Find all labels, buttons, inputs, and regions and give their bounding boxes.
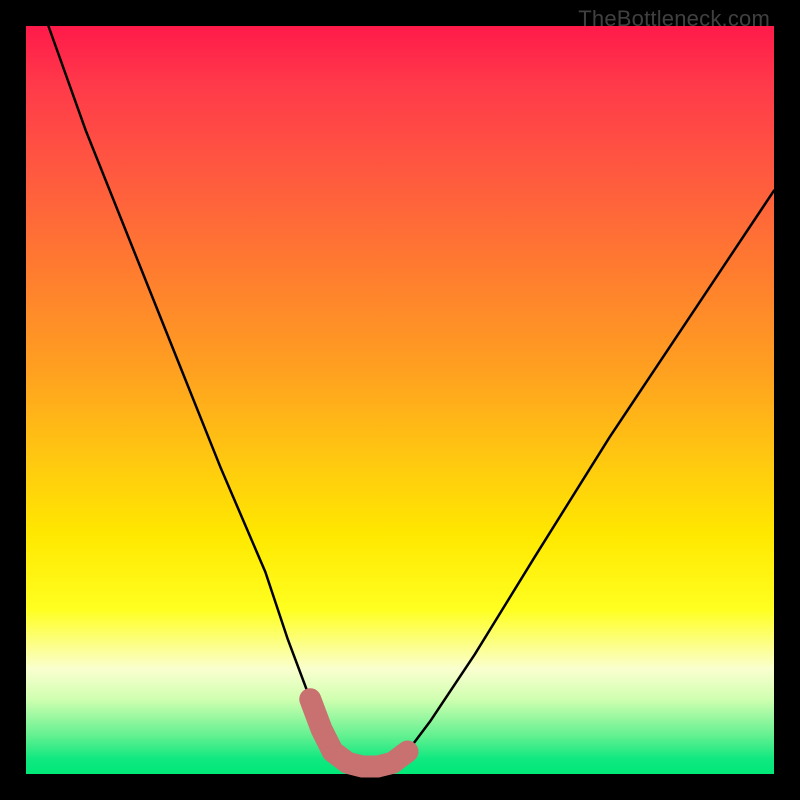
bottleneck-curve-path <box>48 26 774 767</box>
plot-area <box>26 26 774 774</box>
curve-markers <box>300 689 417 776</box>
watermark-text: TheBottleneck.com <box>578 6 770 32</box>
curve-line <box>48 26 774 767</box>
chart-frame: TheBottleneck.com <box>0 0 800 800</box>
chart-svg <box>26 26 774 774</box>
marker-dot <box>300 689 320 709</box>
marker-dot <box>397 742 417 762</box>
marker-dot <box>311 719 331 739</box>
